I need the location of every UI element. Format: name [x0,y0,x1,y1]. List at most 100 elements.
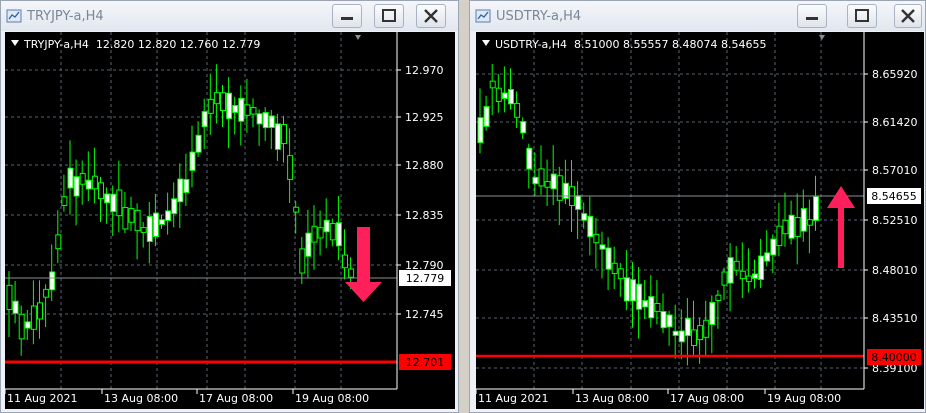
minimize-button[interactable] [797,4,827,28]
candle-body [617,268,624,280]
candle-body [636,283,643,310]
price-label: 12.779 [406,272,445,285]
close-button[interactable] [894,4,922,28]
candle-body [697,325,704,340]
candle-body [678,330,685,343]
candle-body [287,155,294,180]
candle-body [745,275,752,283]
x-tick-label: 13 Aug 08:00 [575,392,649,405]
candle-body [67,167,74,189]
candle-body [140,227,147,233]
candle-body [758,255,765,281]
candles-area[interactable]: 8.65920 8.61420 8.57010 8.52510 8.48010 8.435… [476,32,924,409]
y-tick-label: 12.880 [405,159,444,172]
x-tick-label: 17 Aug 08:00 [199,392,273,405]
collapse-triangle-icon[interactable] [482,40,490,46]
candle-body [642,300,649,308]
candle-body [800,208,807,232]
candle-body [238,97,245,122]
price-chart[interactable]: 8.65920 8.61420 8.57010 8.52510 8.48010 8.435… [476,32,924,409]
candle-body [274,123,281,150]
chart-window-icon [475,9,491,23]
candle-body [79,172,86,185]
chart-window-usdtry[interactable]: USDTRY-a,H4 8.65920 8.61420 8.57010 8.52510… [469,0,926,413]
minimize-icon [806,17,818,20]
candle-body [24,321,31,329]
candle-body [550,173,557,190]
candle-body [666,314,673,328]
x-tick-label: 11 Aug 2021 [478,392,548,405]
candle-body [152,212,159,238]
candle-body [311,225,318,243]
maximize-icon [382,9,396,22]
candle-body [305,232,312,257]
window-title: USDTRY-a,H4 [496,9,582,24]
title-bar[interactable]: TRYJPY-a,H4 [1,1,458,31]
x-tick-label: 17 Aug 08:00 [670,392,744,405]
arrow-up-icon [827,186,855,268]
candle-body [477,117,484,144]
x-tick-label: 19 Aug 08:00 [295,392,369,405]
candle-body [776,225,783,247]
candles-area[interactable]: 12.97012.92512.88012.83512.79012.74511 A… [5,32,455,409]
candle-body [61,196,68,206]
candle-body [323,219,330,233]
candle-body [648,296,655,319]
candle-body [195,134,202,153]
candle-body [262,112,269,129]
shift-marker-icon[interactable] [819,35,825,40]
candle-body [575,195,582,210]
candle-body [110,193,117,213]
candle-body [335,222,342,247]
candle-body [122,207,129,230]
candle-body [764,252,771,262]
maximize-button[interactable] [847,4,877,28]
candle-body [733,260,740,271]
candle-body [495,87,502,102]
y-tick-label: 8.57010 [872,164,918,177]
candle-body [794,216,801,237]
candle-body [165,210,172,222]
collapse-triangle-icon[interactable] [11,40,19,46]
candle-body [317,227,324,239]
candle-body [146,215,153,242]
candle-body [91,175,98,190]
candle-body [189,151,196,171]
candle-body [489,80,496,89]
maximize-button[interactable] [374,4,404,28]
candle-body [55,234,62,250]
candle-body [672,330,679,336]
x-tick-label: 11 Aug 2021 [7,392,77,405]
candle-body [268,115,275,128]
candle-body [183,178,190,193]
candle-body [256,113,263,125]
candle-body [544,181,551,188]
x-tick-label: 19 Aug 08:00 [767,392,841,405]
chart-window-tryjpy[interactable]: TRYJPY-a,H4 12.970 12.925 12.880 12.835 12.7… [0,0,459,413]
level-label: 12.701 [406,356,445,369]
price-label: 8.54655 [871,190,917,203]
candle-body [201,111,208,128]
minimize-button[interactable] [332,4,362,28]
candle-body [159,219,165,225]
symbol-info: TRYJPY-a,H4 12.820 12.820 12.760 12.779 [11,38,260,51]
price-chart[interactable]: 12.970 12.925 12.880 12.835 12.790 12.745 11 A… [5,32,455,409]
y-tick-label: 8.48010 [872,264,918,277]
candle-body [691,329,697,346]
symbol-info: USDTRY-a,H4 8.51000 8.55557 8.48074 8.54… [482,38,767,51]
candle-body [538,168,545,187]
close-icon [901,9,915,23]
candle-body [98,182,104,200]
candle-body [12,300,19,314]
shift-marker-icon[interactable] [355,35,361,40]
candle-body [293,206,300,213]
close-button[interactable] [416,4,446,28]
candle-body [207,98,214,114]
candle-body [770,238,777,256]
candle-body [739,270,746,280]
title-bar[interactable]: USDTRY-a,H4 [470,1,925,31]
candle-body [18,313,25,340]
candle-body [37,302,43,320]
y-tick-label: 12.835 [405,209,444,222]
candle-body [782,219,789,235]
